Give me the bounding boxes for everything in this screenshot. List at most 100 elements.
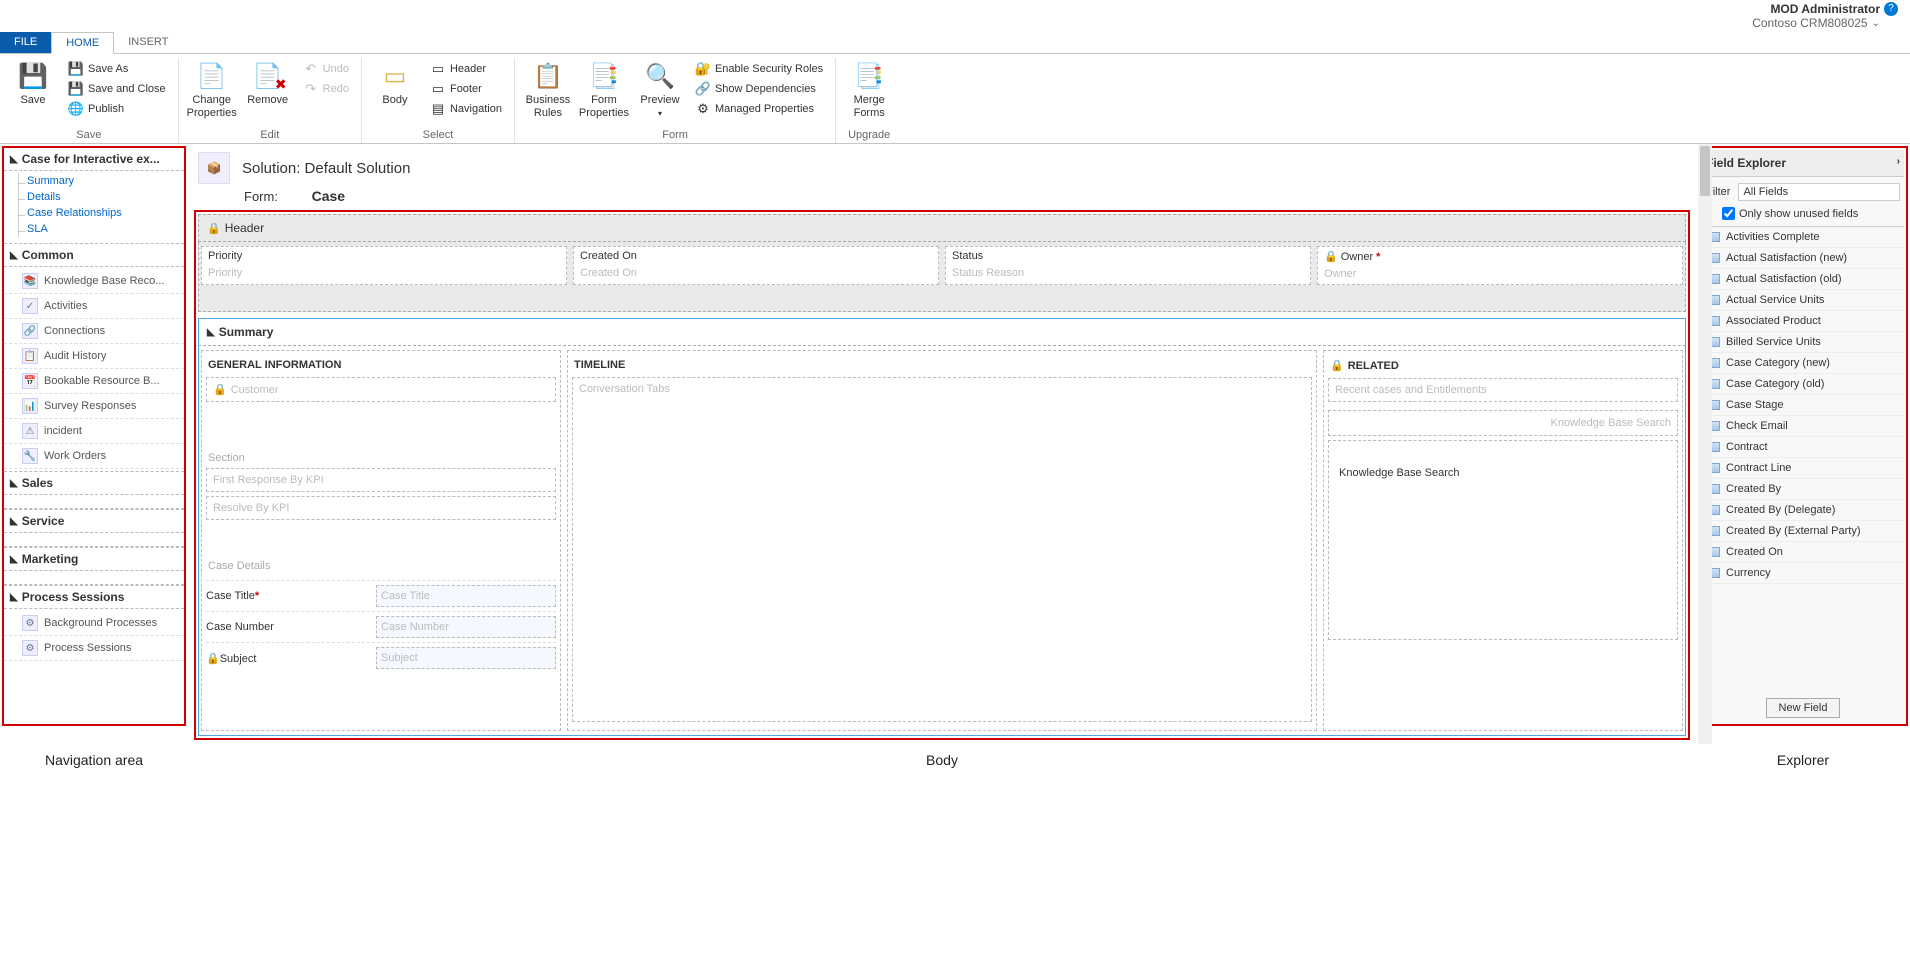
group-label-select: Select: [370, 129, 506, 141]
timeline-header: TIMELINE: [572, 355, 1312, 377]
footer-button[interactable]: ▭Footer: [426, 80, 506, 98]
nav-item-sla[interactable]: SLA: [18, 221, 184, 237]
field-item[interactable]: Billed Service Units: [1702, 332, 1904, 353]
header-field-priority[interactable]: Priority Priority: [201, 246, 567, 285]
header-button[interactable]: ▭Header: [426, 60, 506, 78]
nav-group-process[interactable]: ◣Process Sessions: [4, 585, 184, 609]
body-button[interactable]: ▭ Body: [370, 58, 420, 109]
field-case-number[interactable]: Case Number Case Number: [206, 611, 556, 638]
business-rules-button[interactable]: 📋 Business Rules: [523, 58, 573, 122]
field-subject[interactable]: 🔒Subject Subject: [206, 642, 556, 669]
field-resolve-kpi[interactable]: Resolve By KPI: [206, 496, 556, 520]
solution-title: Solution: Default Solution: [242, 160, 410, 177]
nav-group-case[interactable]: ◣Case for Interactive ex...: [4, 148, 184, 171]
nav-group-marketing[interactable]: ◣Marketing: [4, 547, 184, 571]
kb-search-label: Knowledge Base Search: [1335, 447, 1671, 499]
field-item[interactable]: Case Category (new): [1702, 353, 1904, 374]
security-icon: 🔐: [695, 61, 711, 77]
body-icon: ▭: [379, 60, 411, 92]
nav-item-bookable[interactable]: 📅Bookable Resource B...: [4, 369, 184, 394]
nav-item-audit[interactable]: 📋Audit History: [4, 344, 184, 369]
show-dependencies-button[interactable]: 🔗Show Dependencies: [691, 80, 827, 98]
remove-button[interactable]: 📄✖ Remove: [243, 58, 293, 109]
filter-select[interactable]: All Fields: [1738, 183, 1900, 201]
form-properties-button[interactable]: 📑 Form Properties: [579, 58, 629, 122]
field-item[interactable]: Created On: [1702, 542, 1904, 563]
field-item[interactable]: Actual Service Units: [1702, 290, 1904, 311]
field-item[interactable]: Contract: [1702, 437, 1904, 458]
preview-button[interactable]: 🔍 Preview▾: [635, 58, 685, 122]
header-field-owner[interactable]: 🔒Owner* Owner: [1317, 246, 1683, 285]
collapse-icon: ◣: [10, 516, 18, 527]
field-item[interactable]: Case Stage: [1702, 395, 1904, 416]
save-button[interactable]: 💾 Save: [8, 58, 58, 109]
header-section[interactable]: 🔒 Header: [198, 214, 1686, 242]
timeline-placeholder[interactable]: Conversation Tabs: [572, 377, 1312, 722]
field-item[interactable]: Check Email: [1702, 416, 1904, 437]
save-as-icon: 💾: [68, 61, 84, 77]
nav-group-common[interactable]: ◣Common: [4, 243, 184, 267]
scrollbar-thumb[interactable]: [1700, 146, 1710, 196]
header-field-createdon[interactable]: Created On Created On: [573, 246, 939, 285]
field-item[interactable]: Currency: [1702, 563, 1904, 584]
field-item[interactable]: Created By (Delegate): [1702, 500, 1904, 521]
save-and-close-button[interactable]: 💾Save and Close: [64, 80, 170, 98]
field-case-title[interactable]: Case Title* Case Title: [206, 580, 556, 607]
required-icon: *: [1376, 251, 1380, 263]
nav-item-workorders[interactable]: 🔧Work Orders: [4, 444, 184, 469]
nav-item-connections[interactable]: 🔗Connections: [4, 319, 184, 344]
new-field-button[interactable]: New Field: [1766, 698, 1841, 718]
nav-item-bgprocesses[interactable]: ⚙Background Processes: [4, 611, 184, 636]
nav-item-summary[interactable]: Summary: [18, 173, 184, 189]
field-recent-cases[interactable]: Recent cases and Entitlements: [1328, 378, 1678, 402]
collapse-icon: ◣: [207, 327, 215, 338]
expand-icon[interactable]: ›: [1897, 156, 1900, 170]
nav-item-survey[interactable]: 📊Survey Responses: [4, 394, 184, 419]
field-first-response-kpi[interactable]: First Response By KPI: [206, 468, 556, 492]
field-customer[interactable]: 🔒Customer: [206, 377, 556, 402]
nav-group-sales[interactable]: ◣Sales: [4, 471, 184, 495]
connections-icon: 🔗: [22, 323, 38, 339]
org-dropdown-icon[interactable]: ⌄: [1872, 18, 1880, 29]
save-as-button[interactable]: 💾Save As: [64, 60, 170, 78]
publish-button[interactable]: 🌐Publish: [64, 100, 170, 118]
tab-home[interactable]: HOME: [51, 32, 114, 54]
undo-button[interactable]: ↶Undo: [299, 60, 353, 78]
undo-icon: ↶: [303, 61, 319, 77]
tab-file[interactable]: FILE: [0, 32, 51, 53]
field-list: Activities Complete Actual Satisfaction …: [1702, 227, 1904, 694]
vertical-scrollbar[interactable]: [1698, 144, 1712, 744]
section-label: Section: [206, 446, 556, 468]
nav-item-relationships[interactable]: Case Relationships: [18, 205, 184, 221]
solution-icon: 📦: [198, 152, 230, 184]
general-info-header: GENERAL INFORMATION: [206, 355, 556, 377]
tab-insert[interactable]: INSERT: [114, 32, 182, 53]
kb-search-box[interactable]: Knowledge Base Search: [1328, 410, 1678, 436]
change-properties-icon: 📄: [196, 60, 228, 92]
field-item[interactable]: Actual Satisfaction (new): [1702, 248, 1904, 269]
field-item[interactable]: Activities Complete: [1702, 227, 1904, 248]
nav-item-incident[interactable]: ⚠incident: [4, 419, 184, 444]
managed-properties-button[interactable]: ⚙Managed Properties: [691, 100, 827, 118]
nav-item-activities[interactable]: ✓Activities: [4, 294, 184, 319]
only-unused-checkbox[interactable]: [1722, 207, 1735, 220]
help-icon[interactable]: ?: [1884, 2, 1898, 16]
field-item[interactable]: Created By: [1702, 479, 1904, 500]
summary-tab[interactable]: ◣ Summary: [198, 318, 1686, 346]
field-item[interactable]: Contract Line: [1702, 458, 1904, 479]
merge-forms-button[interactable]: 📑 Merge Forms: [844, 58, 894, 122]
field-item[interactable]: Created By (External Party): [1702, 521, 1904, 542]
navigation-button[interactable]: ▤Navigation: [426, 100, 506, 118]
navigation-icon: ▤: [430, 101, 446, 117]
header-field-status[interactable]: Status Status Reason: [945, 246, 1311, 285]
redo-button[interactable]: ↷Redo: [299, 80, 353, 98]
field-item[interactable]: Case Category (old): [1702, 374, 1904, 395]
nav-item-procsessions[interactable]: ⚙Process Sessions: [4, 636, 184, 661]
nav-group-service[interactable]: ◣Service: [4, 509, 184, 533]
nav-item-details[interactable]: Details: [18, 189, 184, 205]
nav-item-kb[interactable]: 📚Knowledge Base Reco...: [4, 269, 184, 294]
field-item[interactable]: Actual Satisfaction (old): [1702, 269, 1904, 290]
change-properties-button[interactable]: 📄 Change Properties: [187, 58, 237, 122]
field-item[interactable]: Associated Product: [1702, 311, 1904, 332]
enable-security-roles-button[interactable]: 🔐Enable Security Roles: [691, 60, 827, 78]
